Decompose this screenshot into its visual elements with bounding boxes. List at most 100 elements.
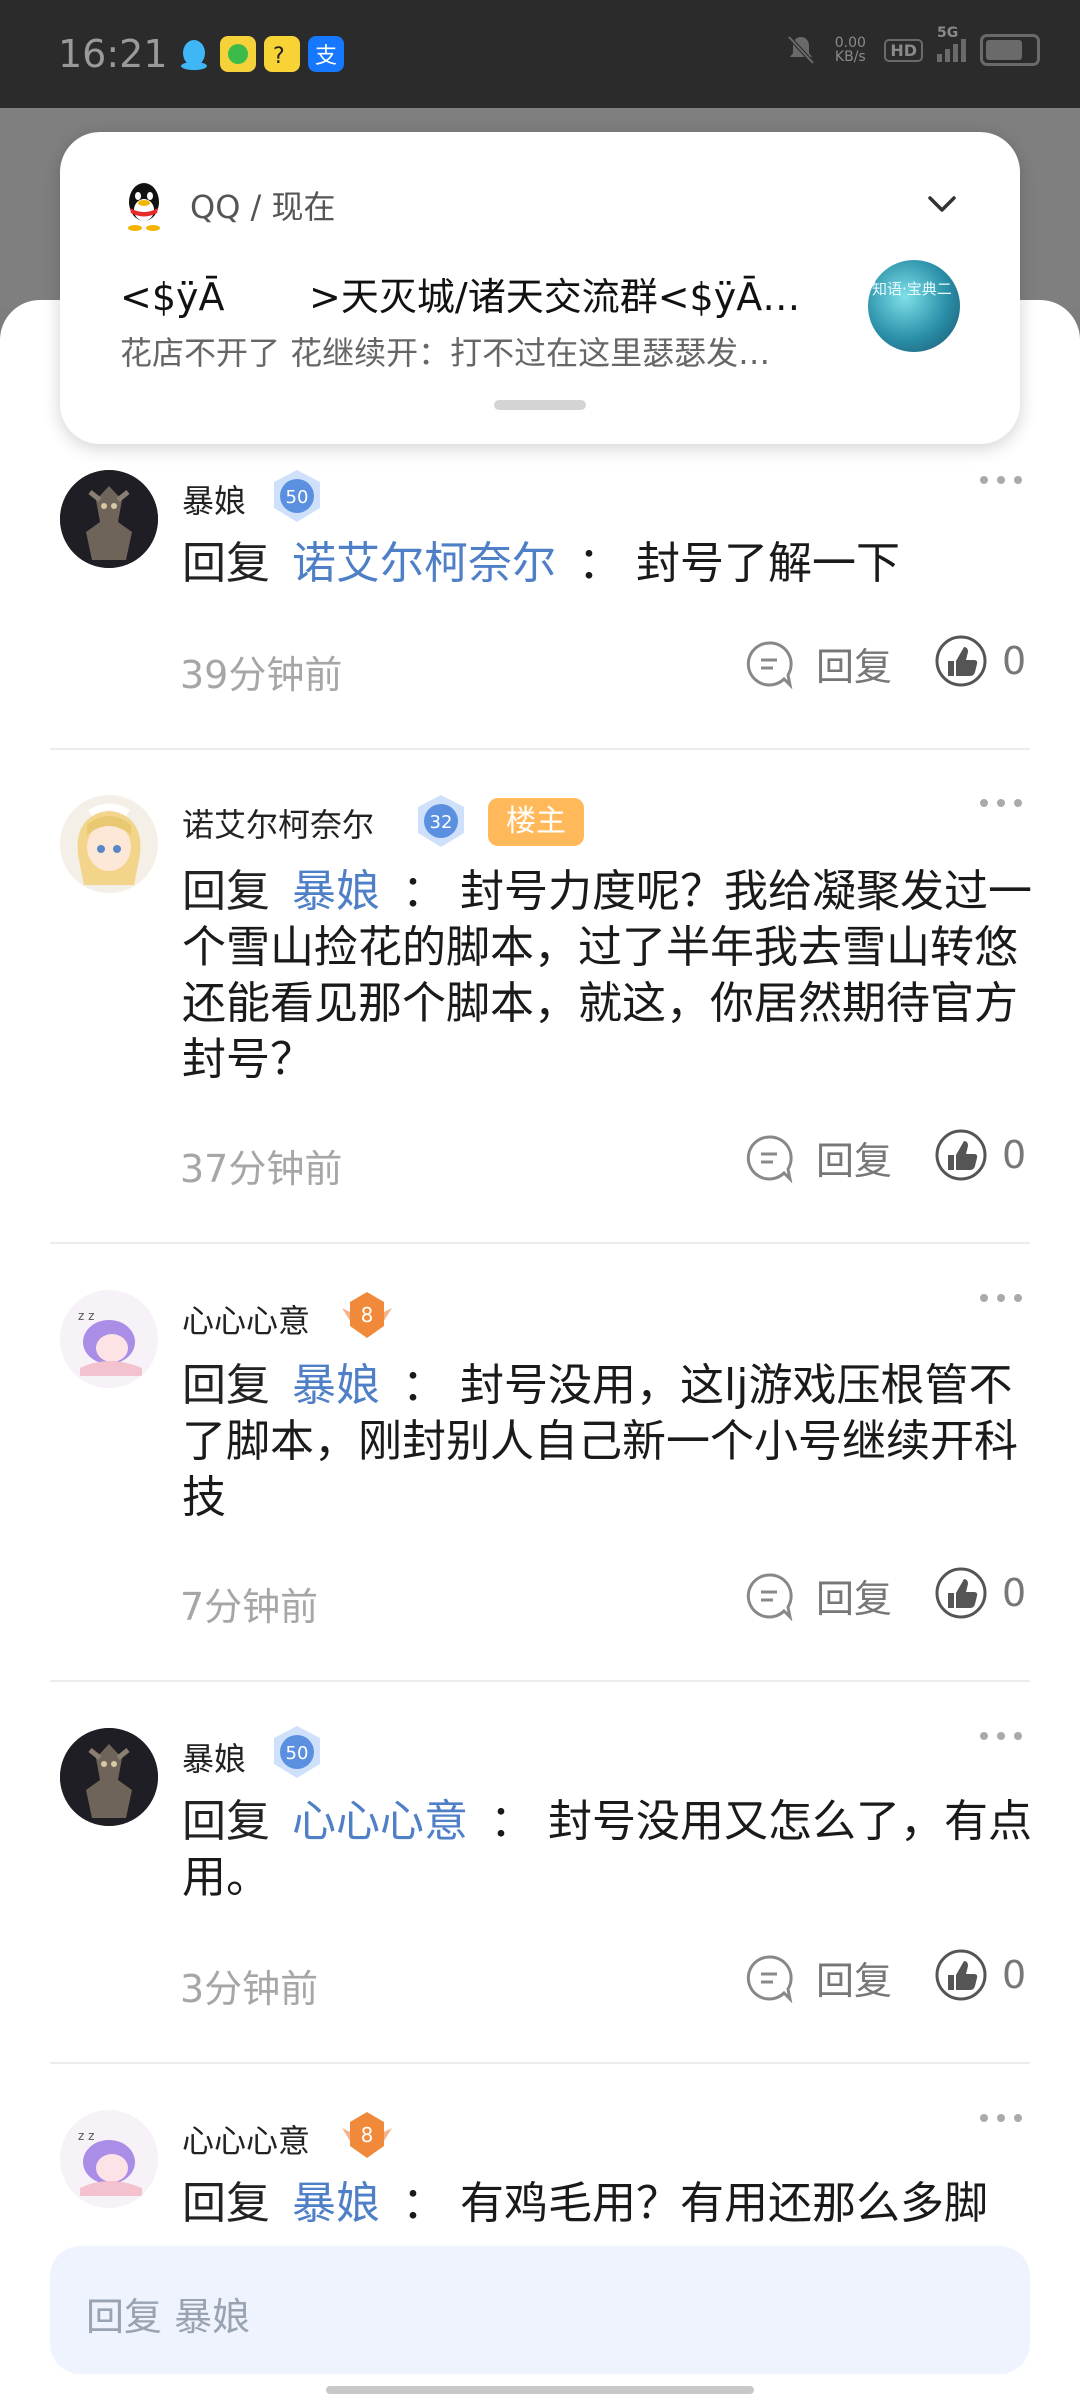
comment-time: 39分钟前 <box>180 653 343 697</box>
reply-keyword: 回复 <box>182 538 270 589</box>
thumbs-up-icon <box>935 1129 987 1181</box>
owner-badge: 楼主 <box>488 798 584 846</box>
svg-text:z z: z z <box>78 1309 94 1323</box>
status-bar: 16:21 ? 支 0.00 KB/s HD 5G <box>0 0 1080 108</box>
notification-drag-handle[interactable] <box>494 400 586 410</box>
level-badge-icon: 8 <box>338 2106 396 2164</box>
comment-text: 回复 暴娘 ： 有鸡毛用？有用还那么多脚 <box>182 2176 1032 2238</box>
qq-penguin-icon <box>120 180 168 232</box>
username[interactable]: 诺艾尔柯奈尔 <box>182 800 374 846</box>
chevron-down-icon[interactable] <box>922 184 962 224</box>
reply-button[interactable]: 回复 <box>744 1130 892 1185</box>
comment-sheet <box>0 300 1080 2400</box>
username[interactable]: 暴娘 <box>182 1734 246 1780</box>
reply-input[interactable]: 回复 暴娘 <box>50 2246 1030 2374</box>
status-right-group: 0.00 KB/s HD 5G <box>786 25 1040 66</box>
colon: ： <box>402 866 446 917</box>
comment-content: 有鸡毛用？有用还那么多脚 <box>460 2178 988 2229</box>
avatar[interactable] <box>60 795 158 893</box>
reply-label: 回复 <box>816 1139 893 1183</box>
notification-title: <$ÿĀ >天灭城/诸天交流群<$ÿĀ… <box>120 275 801 319</box>
notification-thumbnail: 知语·宝典二 <box>868 260 960 352</box>
like-count: 0 <box>1002 1133 1027 1177</box>
svg-text:?: ? <box>273 44 285 69</box>
level-badge-number: 8 <box>361 2123 374 2147</box>
like-count: 0 <box>1002 639 1027 683</box>
divider <box>50 1242 1030 1244</box>
username[interactable]: 心心心意 <box>182 1296 310 1342</box>
avatar[interactable] <box>60 1728 158 1826</box>
mute-icon <box>787 35 815 65</box>
reply-button[interactable]: 回复 <box>744 636 892 691</box>
more-options-icon[interactable] <box>976 1288 1026 1308</box>
battery-icon <box>980 34 1040 66</box>
thumbs-up-icon <box>935 1949 987 2001</box>
reply-button[interactable]: 回复 <box>744 1950 892 2005</box>
like-count: 0 <box>1002 1571 1027 1615</box>
avatar[interactable] <box>60 470 158 568</box>
mention-link[interactable]: 暴娘 <box>292 866 380 917</box>
comment-text: 回复 暴娘：封号没用，这lj游戏压根管不了脚本，刚封别人自己新一个小号继续开科技 <box>182 1358 1032 1526</box>
avatar[interactable]: z z <box>60 2110 158 2208</box>
mention-link[interactable]: 暴娘 <box>292 1360 380 1411</box>
mention-link[interactable]: 心心心意 <box>292 1796 468 1847</box>
status-time: 16:21 <box>58 32 168 76</box>
reply-button[interactable]: 回复 <box>744 1568 892 1623</box>
like-button[interactable]: 0 <box>934 1948 1026 2002</box>
level-badge-number: 50 <box>286 487 309 508</box>
username[interactable]: 心心心意 <box>182 2116 310 2162</box>
level-badge-icon: 50 <box>268 467 326 525</box>
svg-text:z z: z z <box>78 2129 94 2143</box>
more-options-icon[interactable] <box>976 2108 1026 2128</box>
more-options-icon[interactable] <box>976 793 1026 813</box>
signal-icon: 5G <box>937 25 966 62</box>
reply-input-placeholder: 回复 暴娘 <box>86 2295 251 2339</box>
reply-label: 回复 <box>816 645 893 689</box>
hd-icon: HD <box>884 38 923 62</box>
reply-keyword: 回复 <box>182 866 270 917</box>
comment-content: 封号了解一下 <box>636 538 900 589</box>
app-status-icon-green <box>220 36 256 72</box>
level-badge-icon: 50 <box>268 1723 326 1781</box>
like-button[interactable]: 0 <box>934 634 1026 688</box>
like-button[interactable]: 0 <box>934 1566 1026 1620</box>
notification-body: 花店不开了 花继续开：打不过在这里瑟瑟发… <box>120 334 771 372</box>
like-count: 0 <box>1002 1953 1027 1997</box>
username[interactable]: 暴娘 <box>182 476 246 522</box>
colon: ： <box>402 2178 446 2229</box>
app-status-icon-yellow: ? <box>264 36 300 72</box>
thumbnail-text: 知语·宝典二 <box>872 280 952 298</box>
reply-label: 回复 <box>816 1959 893 2003</box>
reply-keyword: 回复 <box>182 1360 270 1411</box>
level-badge-icon: 32 <box>412 792 470 850</box>
qq-notification[interactable]: QQ / 现在 <$ÿĀ >天灭城/诸天交流群<$ÿĀ… 花店不开了 花继续开：… <box>60 132 1020 444</box>
reply-keyword: 回复 <box>182 2178 270 2229</box>
comment-text: 回复 心心心意：封号没用又怎么了，有点用。 <box>182 1794 1032 1906</box>
level-badge-number: 50 <box>286 1743 309 1764</box>
reply-bubble-icon <box>746 1954 793 2003</box>
level-badge-number: 8 <box>361 1303 374 1327</box>
comment-text: 回复 暴娘：封号力度呢？我给凝聚发过一个雪山捡花的脚本，过了半年我去雪山转悠还能看… <box>182 864 1032 1088</box>
svg-text:支: 支 <box>315 44 337 69</box>
colon: ： <box>402 1360 446 1411</box>
mention-link[interactable]: 暴娘 <box>292 2178 380 2229</box>
more-options-icon[interactable] <box>976 1726 1026 1746</box>
colon: ： <box>490 1796 534 1847</box>
reply-bubble-icon <box>746 640 793 689</box>
reply-bubble-icon <box>746 1134 793 1183</box>
avatar[interactable]: z z <box>60 1290 158 1388</box>
like-button[interactable]: 0 <box>934 1128 1026 1182</box>
more-options-icon[interactable] <box>976 470 1026 490</box>
colon: ： <box>578 538 622 589</box>
home-indicator[interactable] <box>326 2386 754 2394</box>
net-speed: 0.00 KB/s <box>834 35 866 65</box>
thumbs-up-icon <box>935 1567 987 1619</box>
comment-time: 3分钟前 <box>180 1967 319 2011</box>
divider <box>50 748 1030 750</box>
notification-app-name: QQ / 现在 <box>190 188 336 226</box>
alipay-status-icon: 支 <box>308 36 344 72</box>
comment-text: 回复 诺艾尔柯奈尔 ： 封号了解一下 <box>182 536 1032 592</box>
mention-link[interactable]: 诺艾尔柯奈尔 <box>292 538 556 589</box>
divider <box>50 2062 1030 2064</box>
reply-keyword: 回复 <box>182 1796 270 1847</box>
